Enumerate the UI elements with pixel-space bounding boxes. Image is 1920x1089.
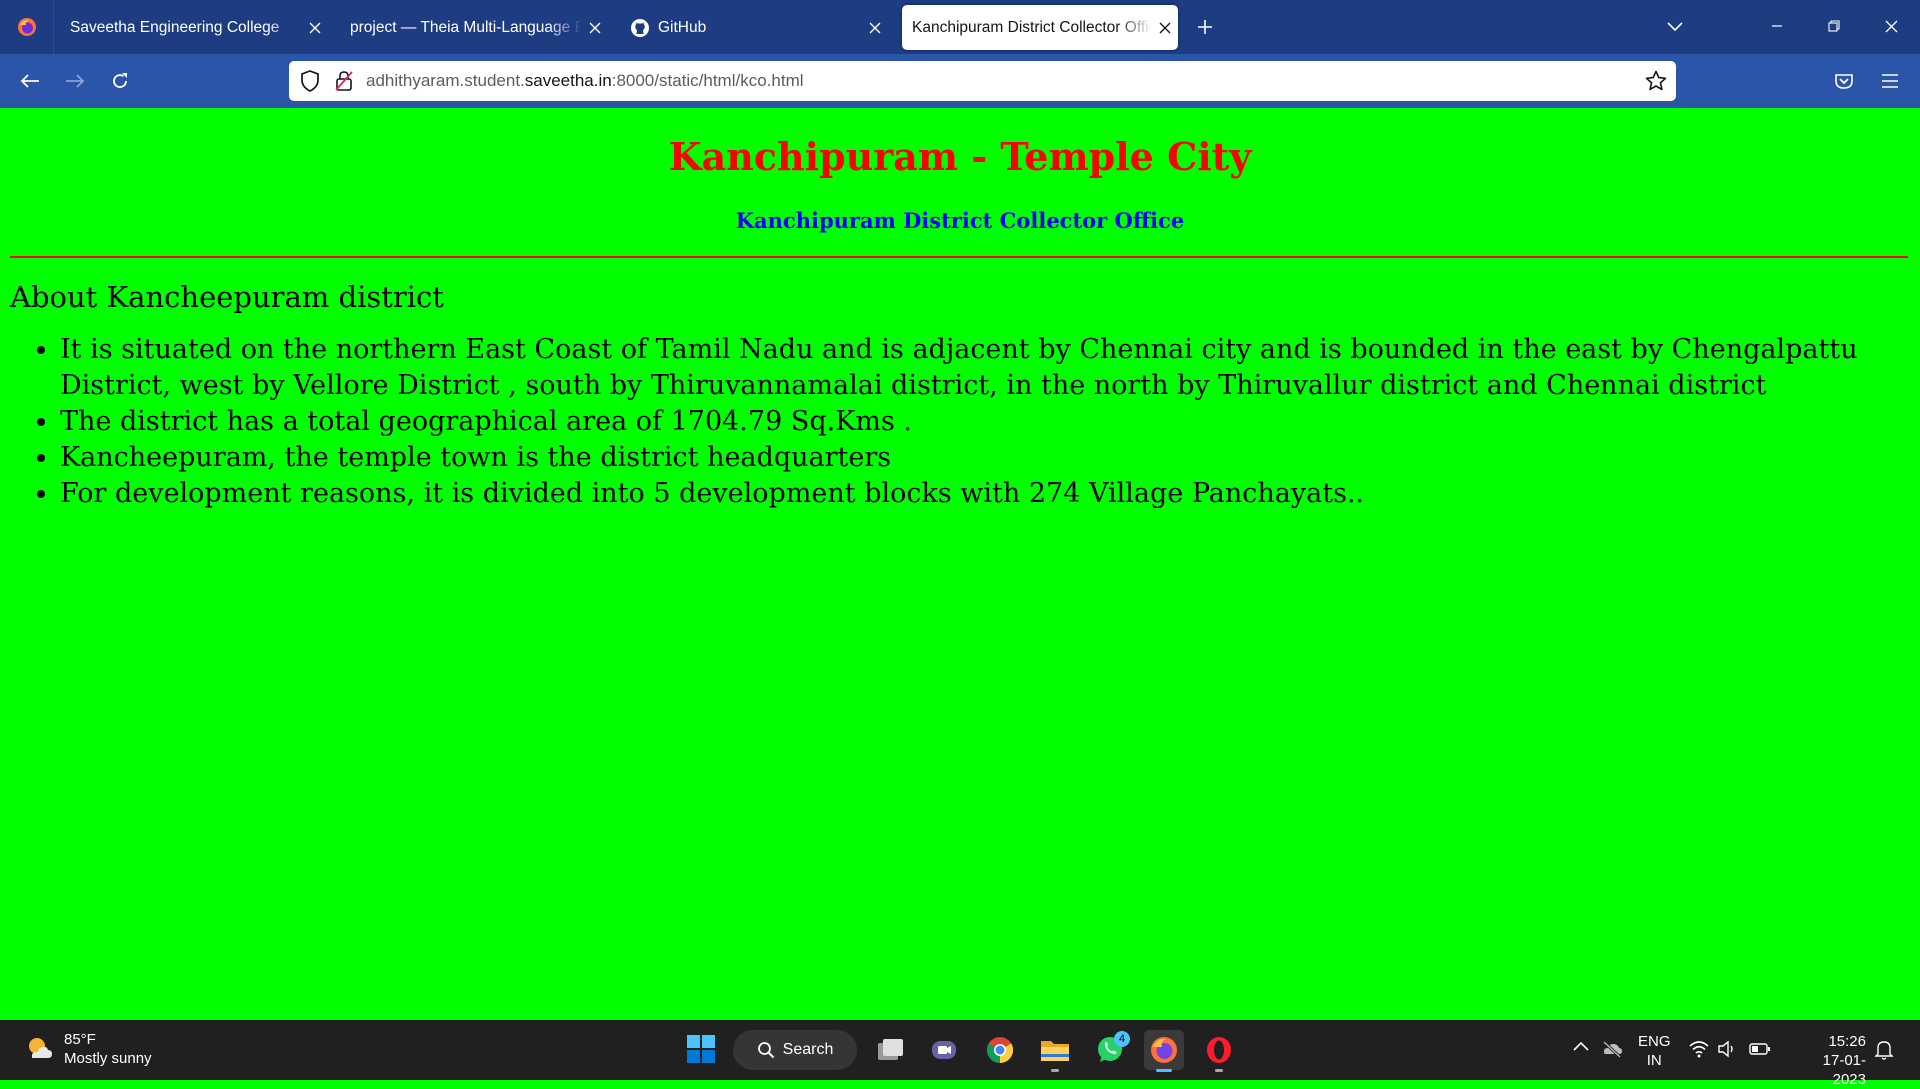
sun-cloud-icon <box>24 1034 54 1064</box>
minimize-button[interactable] <box>1754 8 1800 44</box>
shield-icon[interactable] <box>299 69 321 93</box>
firefox-view-button[interactable] <box>0 0 54 54</box>
tab-github[interactable]: GitHub <box>615 5 888 50</box>
wifi-icon[interactable] <box>1689 1040 1709 1058</box>
arrow-left-icon <box>20 73 40 89</box>
language-region: IN <box>1646 1052 1662 1069</box>
pocket-icon <box>1834 71 1854 91</box>
plus-icon <box>1197 19 1213 35</box>
close-icon <box>1885 20 1898 33</box>
input-language[interactable]: ENG IN <box>1638 1032 1671 1070</box>
taskbar-task-view[interactable] <box>870 1030 910 1070</box>
minimize-icon <box>1771 20 1783 32</box>
list-item: It is situated on the northern East Coas… <box>60 332 1920 404</box>
start-button[interactable] <box>683 1031 719 1067</box>
taskbar-teams[interactable] <box>924 1030 964 1070</box>
language-code: ENG <box>1638 1033 1671 1050</box>
notification-badge: 4 <box>1114 1031 1130 1047</box>
tab-title: project — Theia Multi-Language Exp <box>350 18 582 36</box>
tab-kanchipuram[interactable]: Kanchipuram District Collector Office <box>902 5 1178 50</box>
close-icon[interactable] <box>302 15 328 41</box>
weather-widget[interactable]: 85°F Mostly sunny <box>24 1030 152 1068</box>
app-menu-button[interactable] <box>1874 65 1906 97</box>
battery-icon[interactable] <box>1749 1040 1771 1058</box>
firefox-icon <box>17 17 37 37</box>
tab-title: Saveetha Engineering College <box>70 18 280 36</box>
running-indicator <box>1215 1069 1223 1072</box>
tab-title: Kanchipuram District Collector Office <box>912 18 1152 36</box>
notification-bell-icon[interactable] <box>1874 1039 1894 1061</box>
tab-saveetha[interactable]: Saveetha Engineering College <box>55 5 328 50</box>
url-suffix: :8000/static/html/kco.html <box>611 71 804 90</box>
bookmark-star-icon[interactable] <box>1644 69 1668 93</box>
video-chat-icon <box>930 1037 958 1063</box>
clock-time: 15:26 <box>1828 1033 1866 1050</box>
url-prefix: adhithyaram.student. <box>366 71 525 90</box>
forward-button[interactable] <box>59 65 91 97</box>
restore-icon <box>1828 20 1840 32</box>
weather-condition: Mostly sunny <box>64 1050 152 1067</box>
task-view-icon <box>875 1037 905 1063</box>
close-icon[interactable] <box>1152 15 1178 41</box>
tab-title: GitHub <box>658 18 707 36</box>
volume-icon[interactable] <box>1717 1040 1737 1058</box>
close-icon[interactable] <box>582 15 608 41</box>
arrow-right-icon <box>65 73 85 89</box>
tab-theia-project[interactable]: project — Theia Multi-Language Exp <box>335 5 608 50</box>
system-clock[interactable]: 15:26 17-01-2023 <box>1790 1032 1866 1089</box>
navigation-toolbar: adhithyaram.student.saveetha.in:8000/sta… <box>0 54 1920 108</box>
taskbar-firefox[interactable] <box>1144 1030 1184 1072</box>
list-item: The district has a total geographical ar… <box>60 404 1920 440</box>
opera-icon <box>1204 1035 1234 1065</box>
weather-temp: 85°F <box>64 1031 96 1048</box>
url-text[interactable]: adhithyaram.student.saveetha.in:8000/sta… <box>366 71 804 91</box>
taskbar-whatsapp[interactable]: 4 <box>1090 1030 1130 1070</box>
chrome-icon <box>985 1035 1015 1065</box>
list-item: For development reasons, it is divided i… <box>60 476 1920 512</box>
page-content: Kanchipuram - Temple City Kanchipuram Di… <box>0 108 1920 1020</box>
reload-button[interactable] <box>104 65 136 97</box>
new-tab-button[interactable] <box>1190 12 1220 42</box>
taskbar-opera[interactable] <box>1199 1030 1239 1072</box>
page-subtitle: Kanchipuram District Collector Office <box>735 208 1185 233</box>
close-icon[interactable] <box>862 15 888 41</box>
url-domain: saveetha.in <box>524 71 612 90</box>
list-item: Kancheepuram, the temple town is the dis… <box>60 440 1920 476</box>
windows-taskbar: 85°F Mostly sunny Search 4 ENG IN 15:26 … <box>0 1020 1920 1088</box>
firefox-icon <box>1149 1035 1179 1065</box>
insecure-lock-icon[interactable] <box>334 69 354 93</box>
onedrive-offline-icon[interactable] <box>1601 1040 1623 1058</box>
reload-icon <box>110 71 130 91</box>
address-bar[interactable]: adhithyaram.student.saveetha.in:8000/sta… <box>289 61 1676 101</box>
taskbar-file-explorer[interactable] <box>1035 1030 1075 1072</box>
chevron-down-icon <box>1667 22 1683 32</box>
clock-date: 17-01-2023 <box>1822 1052 1866 1088</box>
section-heading: About Kancheepuram district <box>10 280 444 314</box>
folder-icon <box>1039 1036 1071 1064</box>
page-title: Kanchipuram - Temple City <box>668 134 1252 179</box>
search-icon <box>757 1041 783 1059</box>
pocket-button[interactable] <box>1828 65 1860 97</box>
restore-button[interactable] <box>1811 8 1857 44</box>
close-window-button[interactable] <box>1868 8 1914 44</box>
list-all-tabs-button[interactable] <box>1660 12 1690 42</box>
taskbar-chrome[interactable] <box>980 1030 1020 1070</box>
windows-logo-icon <box>683 1031 719 1067</box>
running-indicator <box>1051 1069 1059 1072</box>
github-icon <box>630 18 650 38</box>
running-indicator <box>1156 1069 1172 1072</box>
hamburger-icon <box>1881 74 1899 88</box>
tab-strip: Saveetha Engineering College project — T… <box>0 0 1920 54</box>
chevron-up-icon[interactable] <box>1572 1040 1590 1052</box>
facts-list: It is situated on the northern East Coas… <box>10 332 1920 512</box>
taskbar-search[interactable]: Search <box>733 1030 857 1070</box>
search-label: Search <box>782 1041 834 1058</box>
horizontal-rule <box>10 256 1908 258</box>
back-button[interactable] <box>14 65 46 97</box>
